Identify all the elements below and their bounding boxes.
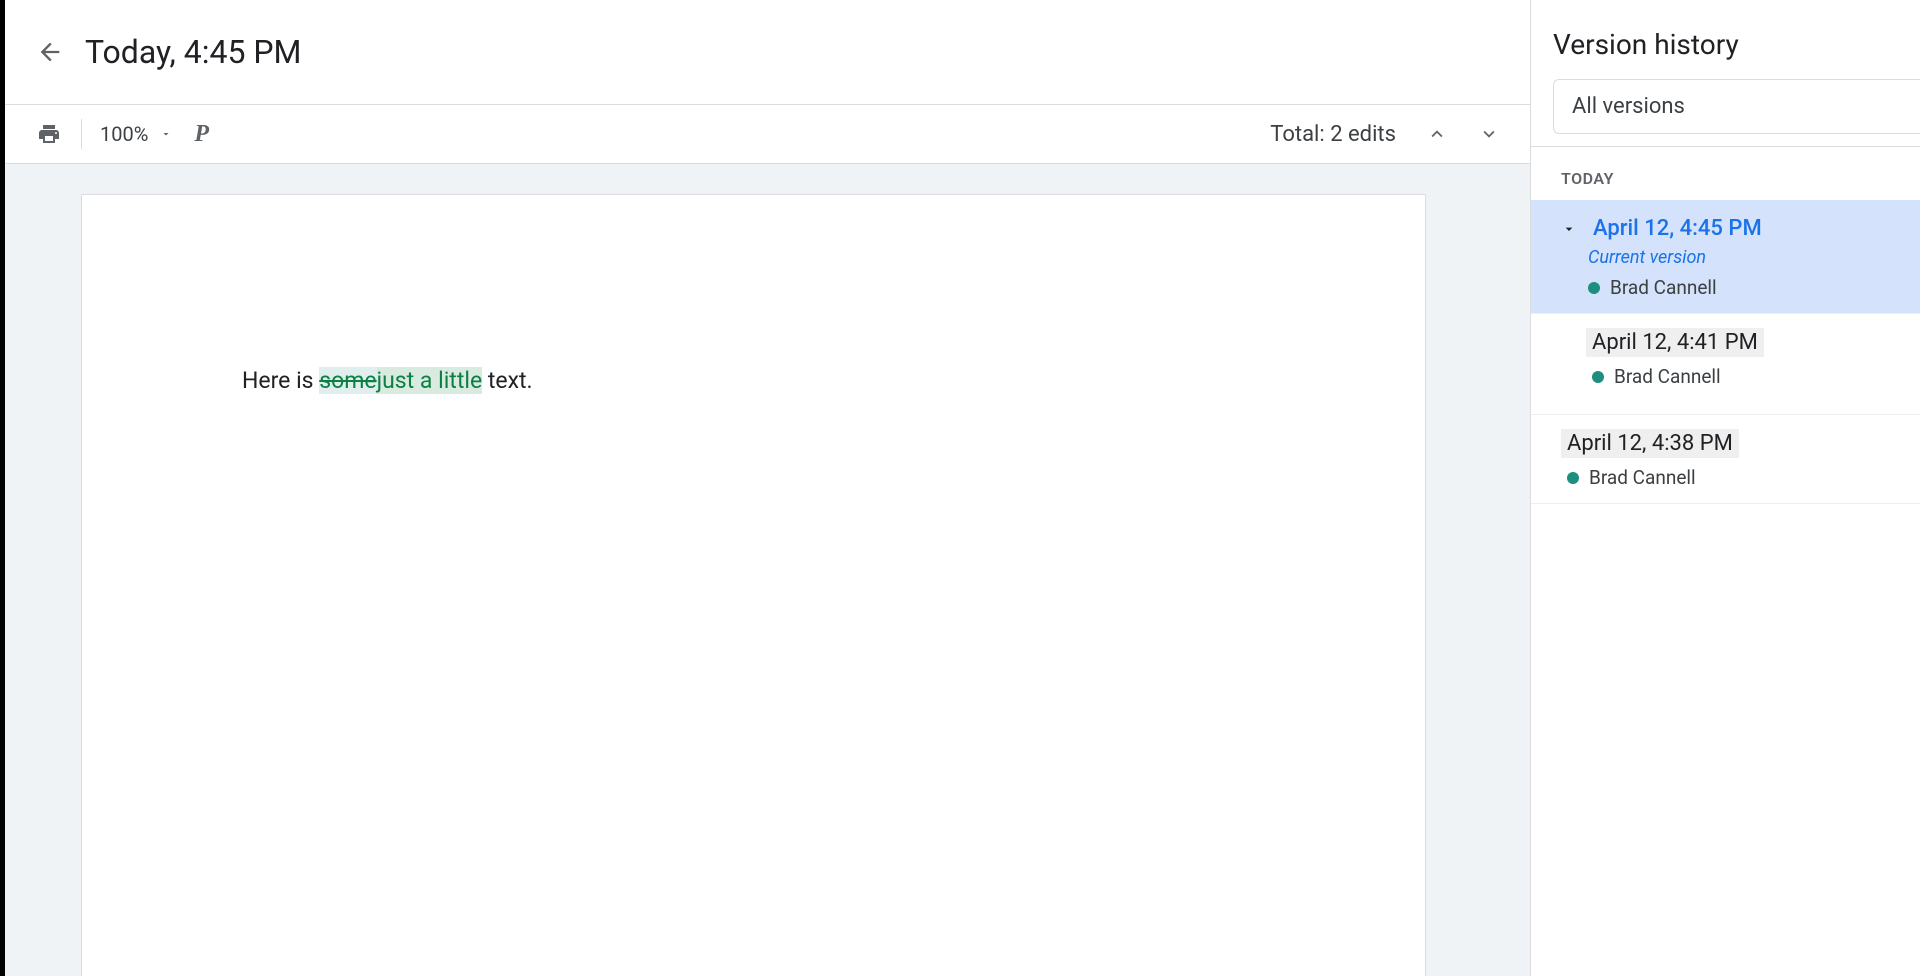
author-name: Brad Cannell (1610, 276, 1717, 299)
author-name: Brad Cannell (1589, 466, 1696, 489)
zoom-dropdown[interactable]: 100% (100, 122, 172, 146)
version-time: April 12, 4:41 PM (1586, 328, 1764, 357)
doc-inserted-text: just a little (377, 367, 483, 394)
author-color-dot (1567, 472, 1579, 484)
version-time: April 12, 4:38 PM (1561, 429, 1739, 458)
toolbar: 100% P Total: 2 edits (5, 104, 1530, 164)
child-version-group: April 12, 4:41 PM Brad Cannell (1531, 314, 1920, 415)
version-row: April 12, 4:45 PM (1561, 214, 1900, 243)
next-edit-button[interactable] (1478, 123, 1500, 145)
version-subtitle: Current version (1588, 247, 1900, 268)
doc-deleted-text: some (319, 367, 376, 394)
chevron-down-icon (1478, 123, 1500, 145)
doc-text-after: text. (482, 367, 532, 394)
version-list: April 12, 4:45 PM Current version Brad C… (1531, 200, 1920, 976)
toolbar-separator (81, 119, 82, 149)
version-item[interactable]: April 12, 4:38 PM Brad Cannell (1531, 415, 1920, 504)
print-icon (37, 122, 61, 146)
version-author: Brad Cannell (1588, 276, 1900, 299)
version-row: April 12, 4:38 PM (1561, 429, 1900, 458)
arrow-left-icon (36, 38, 64, 66)
paint-format-button[interactable]: P (194, 121, 209, 148)
back-button[interactable] (35, 37, 65, 67)
version-item-child[interactable]: April 12, 4:41 PM Brad Cannell (1531, 314, 1920, 402)
version-history-sidebar: Version history All versions TODAY April… (1530, 0, 1920, 976)
sidebar-header: Version history (1531, 0, 1920, 79)
author-color-dot (1592, 371, 1604, 383)
document-text: Here is somejust a little text. (242, 365, 1265, 397)
caret-down-icon (160, 128, 172, 140)
sidebar-title: Version history (1553, 28, 1898, 61)
collapse-button[interactable] (1561, 221, 1577, 237)
header: Today, 4:45 PM (5, 0, 1530, 104)
document-page: Here is somejust a little text. (81, 194, 1426, 976)
toolbar-left: 100% P (35, 119, 209, 149)
version-author: Brad Cannell (1567, 466, 1900, 489)
zoom-value: 100% (100, 122, 148, 146)
print-button[interactable] (35, 120, 63, 148)
page-title: Today, 4:45 PM (85, 33, 301, 71)
prev-edit-button[interactable] (1426, 123, 1448, 145)
version-author: Brad Cannell (1592, 365, 1900, 388)
total-edits-label: Total: 2 edits (1270, 122, 1396, 147)
author-name: Brad Cannell (1614, 365, 1721, 388)
main-area: Today, 4:45 PM 100% P Total: 2 edits (5, 0, 1530, 976)
version-time: April 12, 4:45 PM (1587, 214, 1768, 243)
version-item-current[interactable]: April 12, 4:45 PM Current version Brad C… (1531, 200, 1920, 314)
filter-label: All versions (1572, 94, 1685, 119)
chevron-up-icon (1426, 123, 1448, 145)
triangle-down-icon (1561, 221, 1577, 237)
version-row: April 12, 4:41 PM (1586, 328, 1900, 357)
document-canvas[interactable]: Here is somejust a little text. (5, 164, 1530, 976)
section-today-label: TODAY (1531, 146, 1920, 200)
toolbar-right: Total: 2 edits (1270, 122, 1500, 147)
version-filter-dropdown[interactable]: All versions (1553, 79, 1920, 134)
author-color-dot (1588, 282, 1600, 294)
doc-text-before: Here is (242, 367, 319, 394)
edit-nav (1426, 123, 1500, 145)
